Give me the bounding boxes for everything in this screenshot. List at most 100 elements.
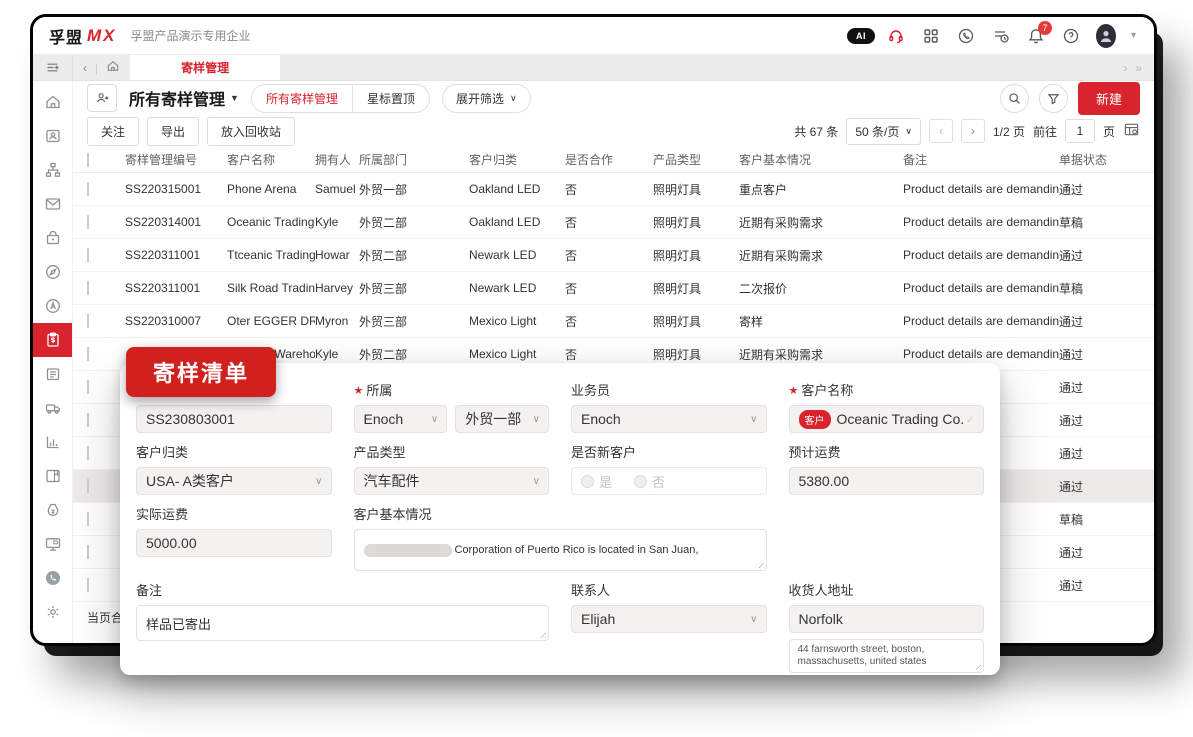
tab-sample-management[interactable]: 寄样管理 [130,55,280,80]
resize-handle[interactable] [537,629,546,638]
segment-all-samples[interactable]: 所有寄样管理 [252,85,352,112]
follow-button[interactable]: 关注 [87,117,139,146]
column-settings-icon[interactable] [1123,121,1140,141]
whatsapp-icon[interactable] [956,26,976,46]
view-title[interactable]: 所有寄样管理▼ [129,86,239,110]
task-list-icon[interactable] [991,26,1011,46]
notifications-bell-icon[interactable]: 7 [1026,26,1046,46]
sidebar-item-bag[interactable] [33,221,72,255]
sidebar-item-mail[interactable] [33,187,72,221]
ai-assistant-icon[interactable]: AI [851,26,871,46]
resize-handle[interactable] [755,559,764,568]
expand-filter-button[interactable]: 展开筛选∨ [442,84,531,113]
brand-name: 孚盟 [49,24,83,48]
goto-page-input[interactable]: 1 [1065,119,1095,143]
row-checkbox[interactable] [87,314,89,328]
avatar-chevron-icon[interactable]: ▾ [1131,30,1136,41]
sidebar-item-sample-clipboard[interactable] [33,323,72,357]
cell-doc-id: SS220315001 [125,182,227,196]
table-row[interactable]: SS220311001 Ttceanic Trading... Howar 外贸… [73,239,1154,272]
sidebar-item-marketing[interactable] [33,289,72,323]
customer-select[interactable]: 客户 Oceanic Trading Co. ✓ [789,405,985,433]
export-button[interactable]: 导出 [147,117,199,146]
customer-category-select[interactable]: USA- A类客户∨ [136,467,332,495]
table-row[interactable]: SS220311001 Silk Road Trading... Harvey … [73,272,1154,305]
table-row[interactable]: SS220314001 Oceanic Trading... Kyle 外贸二部… [73,206,1154,239]
apps-grid-icon[interactable] [921,26,941,46]
sidebar-item-invoice[interactable] [33,357,72,391]
search-button[interactable] [1000,84,1029,113]
actual-freight-input[interactable]: 5000.00 [136,529,332,557]
row-checkbox[interactable] [87,380,89,394]
belong-dept-select[interactable]: 外贸一部∨ [455,405,549,433]
headset-support-icon[interactable] [886,26,906,46]
belong-user-select[interactable]: Enoch∨ [354,405,448,433]
filter-button[interactable] [1039,84,1068,113]
resize-handle[interactable] [972,661,981,670]
page-size-select[interactable]: 50 条/页∨ [846,118,921,145]
tab-next-chevron-icon[interactable]: › [1123,61,1127,75]
recycle-bin-button[interactable]: 放入回收站 [207,117,295,146]
sidebar-item-ledger-book[interactable] [33,459,72,493]
new-record-button[interactable]: 新建 [1078,82,1140,115]
radio-yes[interactable] [581,475,594,488]
col-header: 是否合作 [565,151,653,168]
row-checkbox[interactable] [87,413,89,427]
sidebar-item-org-structure[interactable] [33,153,72,187]
tab-more-icon[interactable]: » [1135,61,1142,75]
table-row[interactable]: SS220310007 Oter EGGER DRE Myron 外贸三部 Me… [73,305,1154,338]
sidebar-item-workbench-monitor[interactable] [33,527,72,561]
prev-page-button[interactable]: ‹ [929,119,953,143]
back-chevron-icon[interactable]: ‹ [83,61,87,75]
cell-owner: Harvey [315,281,359,295]
help-icon[interactable] [1061,26,1081,46]
sidebar-item-compass[interactable] [33,255,72,289]
topbar-actions: AI 7 [851,26,1136,46]
row-checkbox[interactable] [87,248,89,262]
address-city-input[interactable]: Norfolk [789,605,985,633]
row-checkbox[interactable] [87,446,89,460]
product-type-select[interactable]: 汽车配件∨ [354,467,550,495]
table-row[interactable]: SS220315001 Phone Arena Samuel 外贸一部 Oakl… [73,173,1154,206]
estimated-freight-input[interactable]: 5380.00 [789,467,985,495]
doc-no-input[interactable]: SS230803001 [136,405,332,433]
cell-customer-info: 近期有采购需求 [739,346,903,363]
select-all-checkbox[interactable] [87,153,89,167]
sidebar-item-logistics[interactable] [33,391,72,425]
cell-remark: Product details are demanding [903,281,1059,295]
sidebar-item-contacts[interactable] [33,119,72,153]
home-tab-icon[interactable] [106,59,120,76]
row-checkbox[interactable] [87,545,89,559]
sidebar-item-report-chart[interactable] [33,425,72,459]
remark-textarea[interactable]: 样品已寄出 [136,605,549,641]
segment-star-top[interactable]: 星标置顶 [352,85,429,112]
user-avatar[interactable] [1096,26,1116,46]
sidebar-collapse-icon[interactable] [33,55,73,80]
row-checkbox[interactable] [87,347,89,361]
next-page-button[interactable]: › [961,119,985,143]
owner-filter-button[interactable] [87,84,117,112]
cell-status: 通过 [1059,346,1154,363]
sidebar-item-settings-gear[interactable] [33,595,72,629]
sidebar-item-home[interactable] [33,85,72,119]
cell-status: 通过 [1059,412,1154,429]
cell-cooperation: 否 [565,181,653,198]
row-checkbox[interactable] [87,215,89,229]
col-header: 所属部门 [359,151,469,168]
cell-customer: Oceanic Trading... [227,215,315,229]
address-detail-textarea[interactable]: 44 farnsworth street, boston, massachuse… [789,639,985,673]
col-header: 产品类型 [653,151,739,168]
contact-select[interactable]: Elijah∨ [571,605,767,633]
cell-owner: Myron [315,314,359,328]
row-checkbox[interactable] [87,182,89,196]
row-checkbox[interactable] [87,479,89,493]
row-checkbox[interactable] [87,281,89,295]
col-header: 拥有人 [315,151,359,168]
radio-no[interactable] [634,475,647,488]
sidebar-item-whatsapp[interactable] [33,561,72,595]
customer-info-textarea[interactable]: Corporation of Puerto Rico is located in… [354,529,767,571]
salesman-select[interactable]: Enoch∨ [571,405,767,433]
sidebar-item-finance[interactable] [33,493,72,527]
row-checkbox[interactable] [87,512,89,526]
row-checkbox[interactable] [87,578,89,592]
